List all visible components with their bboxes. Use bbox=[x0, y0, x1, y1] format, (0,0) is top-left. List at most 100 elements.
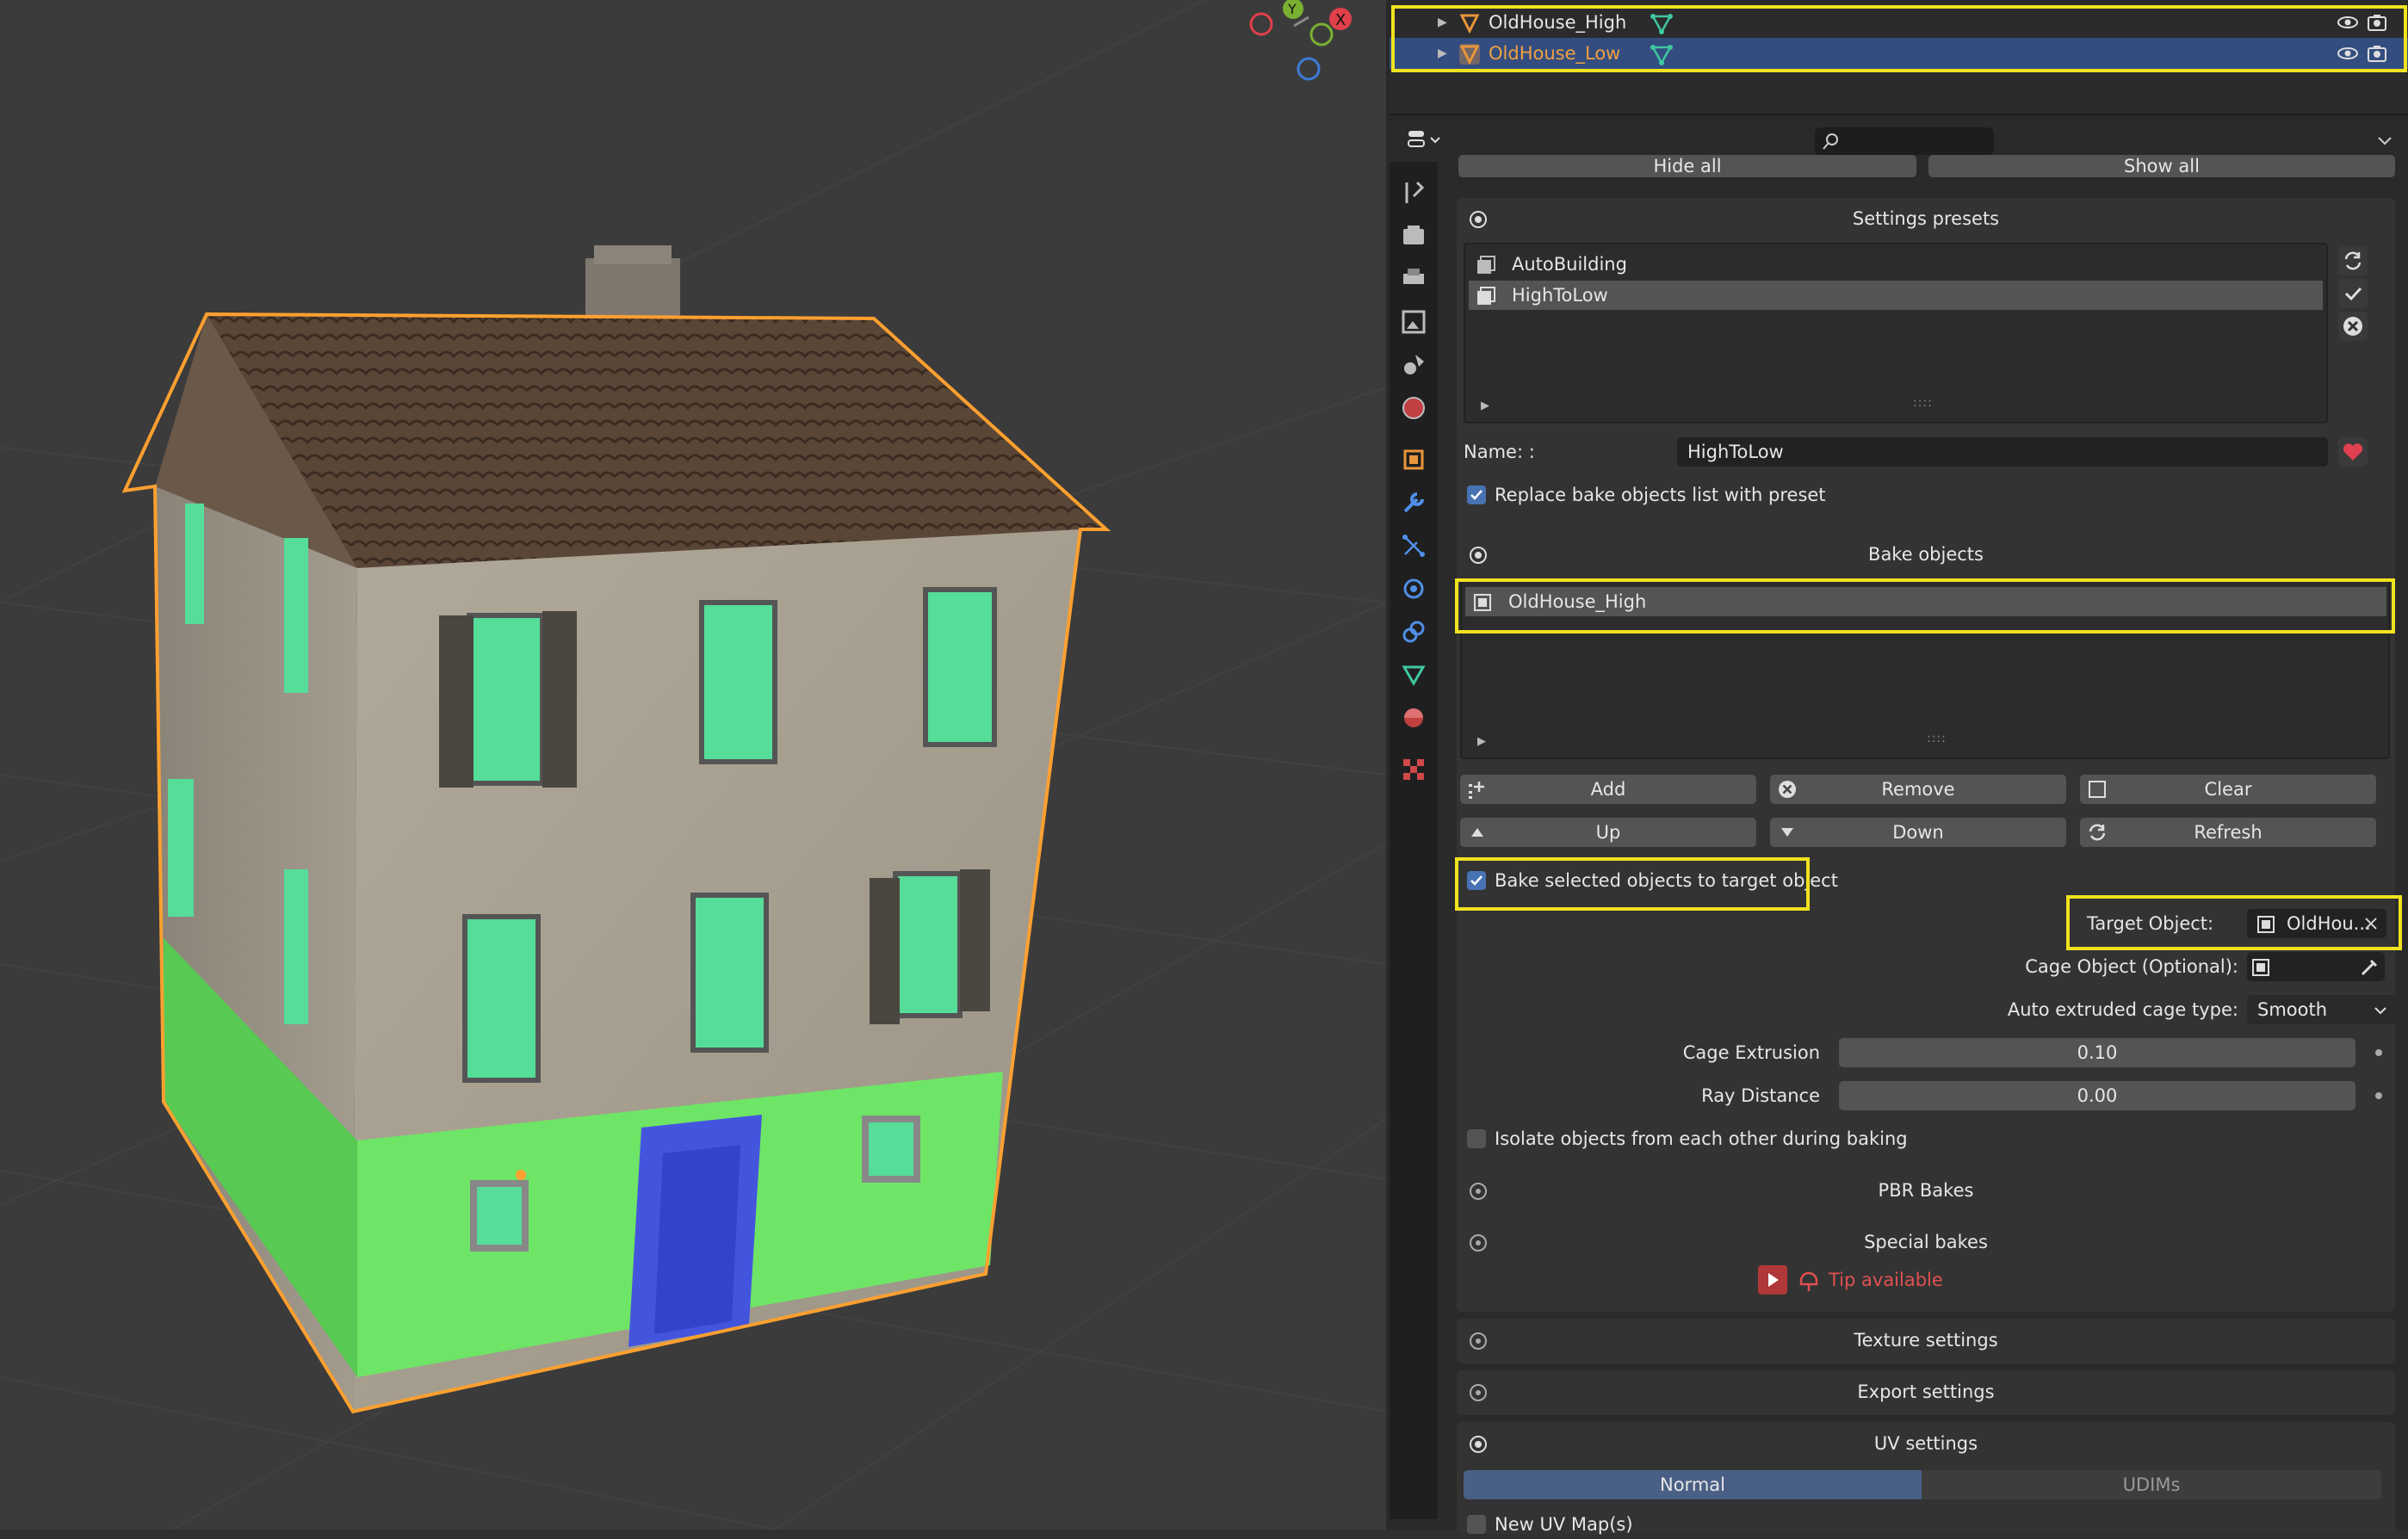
editor-type-icon[interactable] bbox=[1407, 127, 1445, 153]
refresh-button[interactable]: Refresh bbox=[2080, 818, 2376, 847]
down-button[interactable]: Down bbox=[1770, 818, 2066, 847]
cage-object-field[interactable] bbox=[2247, 952, 2385, 981]
presets-list[interactable]: AutoBuilding HighToLow ▶ :::: bbox=[1464, 243, 2328, 423]
close-circle-icon bbox=[1779, 781, 1796, 798]
bake-selected-to-target-label: Bake selected objects to target object bbox=[1495, 870, 1838, 891]
eye-icon[interactable] bbox=[2337, 13, 2359, 32]
list-resize-handle-icon[interactable]: :::: bbox=[1927, 732, 1947, 745]
list-resize-handle-icon[interactable]: :::: bbox=[1913, 396, 1933, 410]
outliner-row-oldhouse-high[interactable]: ▶ OldHouse_High bbox=[1390, 7, 2408, 38]
chevron-down-icon[interactable] bbox=[2376, 133, 2393, 150]
world-tab-icon[interactable] bbox=[1400, 394, 1427, 422]
search-input[interactable] bbox=[1815, 127, 1994, 155]
cage-type-dropdown[interactable]: Smooth bbox=[2247, 995, 2400, 1024]
keyframe-dot-icon[interactable] bbox=[2375, 1049, 2382, 1056]
svg-text:X: X bbox=[1335, 11, 1346, 29]
uv-mode-udims-tab[interactable]: UDIMs bbox=[1922, 1470, 2381, 1499]
3d-viewport[interactable]: X Y bbox=[0, 0, 1386, 1530]
replace-bake-objects-checkbox[interactable] bbox=[1467, 485, 1486, 504]
list-expand-icon[interactable]: ▶ bbox=[1477, 735, 1486, 748]
remove-button[interactable]: Remove bbox=[1770, 775, 2066, 804]
special-bakes-panel[interactable]: Special bakes Tip available bbox=[1457, 1221, 2395, 1312]
outliner: ▶ OldHouse_High ▶ OldHouse_Low bbox=[1390, 0, 2408, 115]
preset-save-button[interactable] bbox=[2338, 437, 2368, 467]
replace-bake-objects-label: Replace bake objects list with preset bbox=[1495, 485, 1826, 505]
tool-tab-icon[interactable] bbox=[1400, 179, 1427, 207]
checkmark-icon bbox=[1470, 490, 1483, 500]
outliner-item-label: OldHouse_High bbox=[1489, 12, 1627, 33]
preset-name-input[interactable]: HighToLow bbox=[1677, 437, 2328, 467]
camera-icon[interactable] bbox=[2367, 44, 2387, 63]
export-settings-title: Export settings bbox=[1857, 1381, 1995, 1402]
show-all-button[interactable]: Show all bbox=[1928, 155, 2395, 177]
viewport-scene[interactable] bbox=[0, 0, 1386, 1530]
preset-item[interactable]: AutoBuilding bbox=[1469, 250, 2323, 279]
heart-icon bbox=[2343, 443, 2363, 460]
close-icon[interactable] bbox=[2364, 917, 2378, 930]
refresh-icon bbox=[2344, 251, 2362, 270]
object-tab-icon[interactable] bbox=[1400, 446, 1427, 473]
isolate-objects-label: Isolate objects from each other during b… bbox=[1495, 1128, 1908, 1149]
render-tab-icon[interactable] bbox=[1400, 222, 1427, 250]
clear-button[interactable]: Clear bbox=[2080, 775, 2376, 804]
checkbox-empty-icon bbox=[2089, 781, 2106, 798]
right-panel: ▶ OldHouse_High ▶ OldHouse_Low Hide all … bbox=[1386, 0, 2408, 1535]
preset-icon bbox=[1477, 256, 1495, 274]
bake-objects-list[interactable]: OldHouse_High ▶ :::: bbox=[1460, 578, 2390, 759]
view-layer-tab-icon[interactable] bbox=[1400, 308, 1427, 336]
tip-available-link[interactable]: Tip available bbox=[1829, 1265, 1943, 1295]
mesh-object-icon bbox=[1459, 14, 1480, 34]
mesh-data-icon[interactable] bbox=[1650, 11, 1674, 35]
new-uv-map-checkbox[interactable] bbox=[1467, 1515, 1486, 1534]
particles-tab-icon[interactable] bbox=[1400, 532, 1427, 559]
expand-arrow-icon[interactable]: ▶ bbox=[1438, 38, 1447, 69]
navigation-gizmo[interactable]: X Y bbox=[1240, 0, 1377, 86]
export-settings-panel[interactable]: Export settings bbox=[1457, 1370, 2395, 1415]
uv-mode-normal-tab[interactable]: Normal bbox=[1464, 1470, 1922, 1499]
data-tab-icon[interactable] bbox=[1400, 661, 1427, 689]
constraints-tab-icon[interactable] bbox=[1400, 618, 1427, 646]
cage-extrusion-slider[interactable]: 0.10 bbox=[1839, 1038, 2355, 1067]
target-object-field[interactable]: OldHou... bbox=[2247, 909, 2386, 938]
isolate-objects-checkbox[interactable] bbox=[1467, 1129, 1486, 1148]
preset-delete-button[interactable] bbox=[2338, 312, 2368, 341]
material-tab-icon[interactable] bbox=[1400, 704, 1427, 732]
expand-arrow-icon[interactable]: ▶ bbox=[1438, 7, 1447, 38]
properties-editor: Hide all Show all Settings presets AutoB… bbox=[1386, 121, 2408, 1535]
preset-apply-button[interactable] bbox=[2338, 279, 2368, 308]
modifier-tab-icon[interactable] bbox=[1400, 489, 1427, 516]
add-button[interactable]: Add bbox=[1460, 775, 1756, 804]
pbr-bakes-panel[interactable]: PBR Bakes bbox=[1457, 1169, 2395, 1214]
preset-item-selected[interactable]: HighToLow bbox=[1469, 281, 2323, 310]
brain-tip-icon bbox=[1799, 1271, 1818, 1291]
play-icon bbox=[1768, 1273, 1779, 1287]
refresh-icon bbox=[2089, 824, 2106, 841]
mesh-data-icon[interactable] bbox=[1650, 42, 1674, 66]
uv-settings-panel: UV settings Normal UDIMs New UV Map(s) bbox=[1457, 1422, 2395, 1535]
object-icon bbox=[2257, 916, 2275, 933]
object-icon bbox=[1474, 594, 1491, 611]
physics-tab-icon[interactable] bbox=[1400, 575, 1427, 603]
bake-object-item[interactable]: OldHouse_High bbox=[1465, 587, 2386, 616]
scene-tab-icon[interactable] bbox=[1400, 351, 1427, 379]
add-list-icon bbox=[1469, 782, 1484, 799]
bake-selected-to-target-checkbox[interactable] bbox=[1467, 871, 1486, 890]
hide-all-button[interactable]: Hide all bbox=[1458, 155, 1916, 177]
play-tip-button[interactable] bbox=[1758, 1265, 1787, 1295]
camera-icon[interactable] bbox=[2367, 13, 2387, 32]
up-button[interactable]: Up bbox=[1460, 818, 1756, 847]
output-tab-icon[interactable] bbox=[1400, 265, 1427, 293]
keyframe-dot-icon[interactable] bbox=[2375, 1092, 2382, 1099]
texture-settings-panel[interactable]: Texture settings bbox=[1457, 1319, 2395, 1363]
ray-distance-label: Ray Distance bbox=[1701, 1085, 1820, 1106]
outliner-row-oldhouse-low[interactable]: ▶ OldHouse_Low bbox=[1390, 38, 2408, 69]
list-expand-icon[interactable]: ▶ bbox=[1481, 399, 1489, 412]
eye-icon[interactable] bbox=[2337, 44, 2359, 63]
ray-distance-slider[interactable]: 0.00 bbox=[1839, 1081, 2355, 1110]
texture-tab-icon[interactable] bbox=[1400, 756, 1427, 783]
triangle-down-icon bbox=[1781, 828, 1793, 837]
eyedropper-icon[interactable] bbox=[2359, 957, 2380, 978]
cage-extrusion-label: Cage Extrusion bbox=[1682, 1042, 1820, 1063]
preset-refresh-button[interactable] bbox=[2338, 246, 2368, 275]
mesh-object-icon bbox=[1459, 44, 1480, 65]
